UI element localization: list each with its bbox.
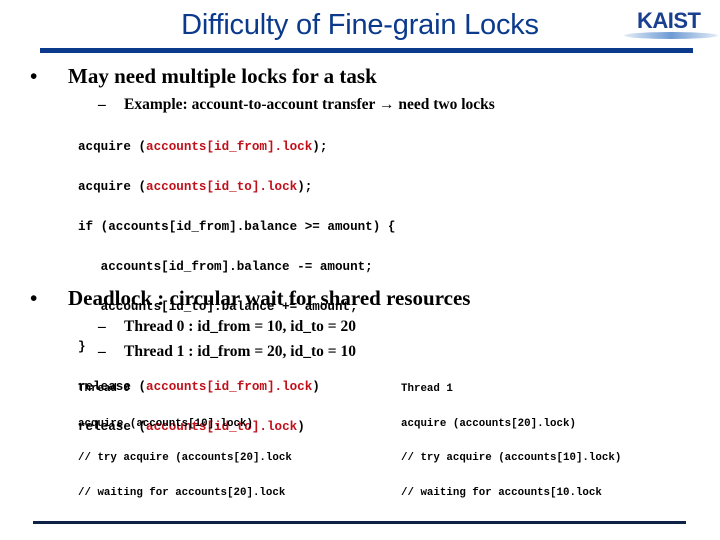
code-text: )	[297, 420, 305, 434]
example-result: need two locks	[398, 96, 495, 113]
code-text: if (accounts[id_from].balance >= amount)…	[78, 220, 396, 234]
code-text: accounts[id_from].balance -= amount;	[78, 260, 373, 274]
code-line: // waiting for accounts[20].lock	[78, 487, 286, 500]
subbullet-text: Thread 1 : id_from = 20, id_to = 10	[124, 343, 356, 360]
bullet-text: Deadlock : circular wait for shared reso…	[68, 286, 471, 310]
code-text: acquire (	[78, 140, 147, 154]
footer-rule	[33, 521, 686, 524]
slide-title: Difficulty of Fine-grain Locks	[0, 9, 720, 42]
code-line: acquire (accounts[id_to].lock);	[78, 177, 395, 197]
code-line: acquire (accounts[id_from].lock);	[78, 137, 395, 157]
thread1-code-block: Thread 1 acquire (accounts[20].lock) // …	[401, 364, 621, 520]
example-text: Example: account-to-account transfer	[124, 96, 376, 113]
code-line: accounts[id_from].balance -= amount;	[78, 257, 395, 277]
kaist-logo: KAIST	[624, 6, 720, 44]
code-line: acquire (accounts[20].lock)	[401, 417, 576, 430]
logo-swoosh	[624, 32, 718, 39]
subbullet-marker: –	[98, 96, 106, 113]
code-line: Thread 1	[401, 383, 453, 396]
bullet-text: May need multiple locks for a task	[68, 64, 377, 88]
subbullet-text: Thread 0 : id_from = 10, id_to = 20	[124, 318, 356, 335]
code-text: acquire (	[78, 180, 147, 194]
code-line: Thread 0	[78, 383, 130, 396]
code-highlight: accounts[id_from].lock	[146, 140, 313, 154]
code-highlight: accounts[id_to].lock	[146, 180, 298, 194]
code-line: acquire (accounts[10].lock)	[78, 417, 253, 430]
subbullet-marker: –	[98, 343, 106, 360]
code-text: );	[297, 180, 313, 194]
code-text: }	[78, 340, 86, 354]
subbullet-text: Example: account-to-account transfer → n…	[124, 96, 495, 114]
thread0-code-block: Thread 0 acquire (accounts[10].lock) // …	[78, 364, 292, 520]
code-text: )	[312, 380, 320, 394]
bullet-marker: •	[30, 286, 38, 310]
arrow-right-icon: →	[379, 96, 395, 113]
code-line: // try acquire (accounts[20].lock	[78, 452, 292, 465]
code-line: if (accounts[id_from].balance >= amount)…	[78, 217, 395, 237]
code-line: // try acquire (accounts[10].lock)	[401, 452, 622, 465]
slide-title-text: Difficulty of Fine-grain Locks	[181, 9, 539, 41]
subbullet-marker: –	[98, 318, 106, 335]
bullet-marker: •	[30, 64, 38, 88]
code-text: );	[312, 140, 328, 154]
code-line: // waiting for accounts[10.lock	[401, 487, 602, 500]
title-underline	[40, 48, 693, 53]
logo-text: KAIST	[637, 8, 701, 33]
